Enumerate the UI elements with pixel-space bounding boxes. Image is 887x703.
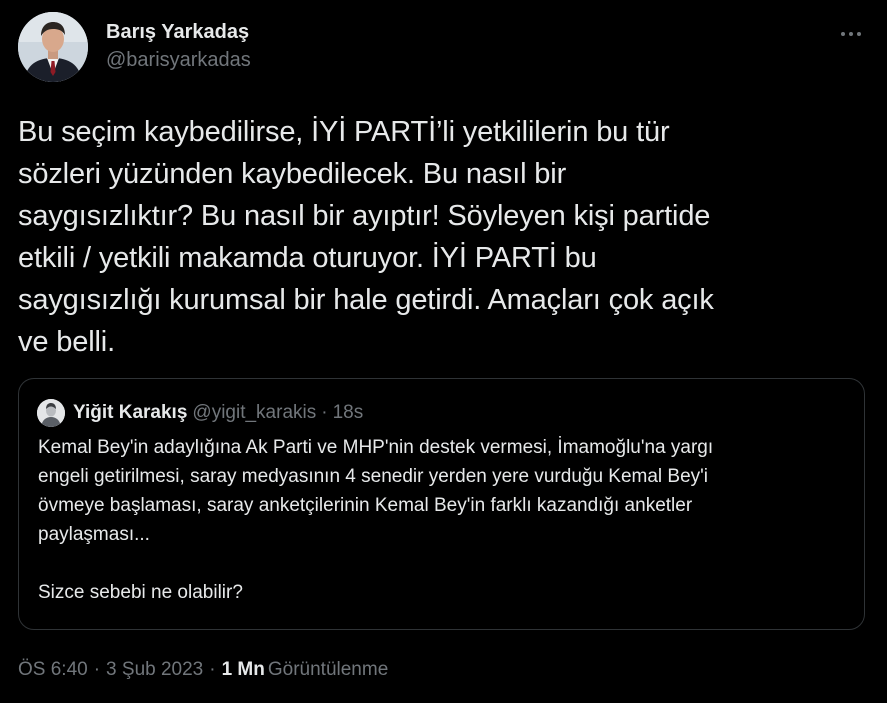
avatar-photo-icon [18, 12, 88, 82]
quoted-tweet-header: Yiğit Karakış @yigit_karakis · 18s [37, 399, 363, 427]
tweet-date[interactable]: 3 Şub 2023 [106, 659, 203, 680]
quoted-tweet[interactable]: Yiğit Karakış @yigit_karakis · 18s Kemal… [18, 378, 865, 630]
meta-separator: · [93, 659, 101, 680]
quoted-author-avatar[interactable] [37, 399, 65, 427]
quoted-author-name[interactable]: Yiğit Karakış [73, 402, 187, 424]
author-handle[interactable]: @barisyarkadas [106, 47, 251, 73]
quoted-separator: · [321, 402, 328, 423]
tweet-time[interactable]: ÖS 6:40 [18, 659, 88, 680]
quoted-tweet-text: Kemal Bey'in adaylığına Ak Parti ve MHP'… [38, 437, 714, 603]
tweet-meta: ÖS 6:40 · 3 Şub 2023 · 1 Mn Görüntülenme [18, 656, 388, 684]
author-avatar[interactable] [18, 12, 88, 82]
more-horizontal-icon[interactable] [837, 24, 865, 44]
views-label: Görüntülenme [267, 659, 389, 680]
tweet-text: Bu seçim kaybedilirse, İYİ PARTİ’li yetk… [18, 116, 714, 358]
tweet-header: Barış Yarkadaş @barisyarkadas [18, 12, 869, 82]
views-count: 1 Mn [221, 659, 265, 680]
quoted-tweet-time[interactable]: 18s [333, 402, 364, 424]
author-name[interactable]: Barış Yarkadaş [106, 20, 251, 44]
quoted-avatar-photo-icon [37, 399, 65, 427]
author-info: Barış Yarkadaş @barisyarkadas [106, 20, 251, 73]
meta-separator-2: · [209, 659, 216, 680]
quoted-author-handle[interactable]: @yigit_karakis [192, 402, 316, 424]
